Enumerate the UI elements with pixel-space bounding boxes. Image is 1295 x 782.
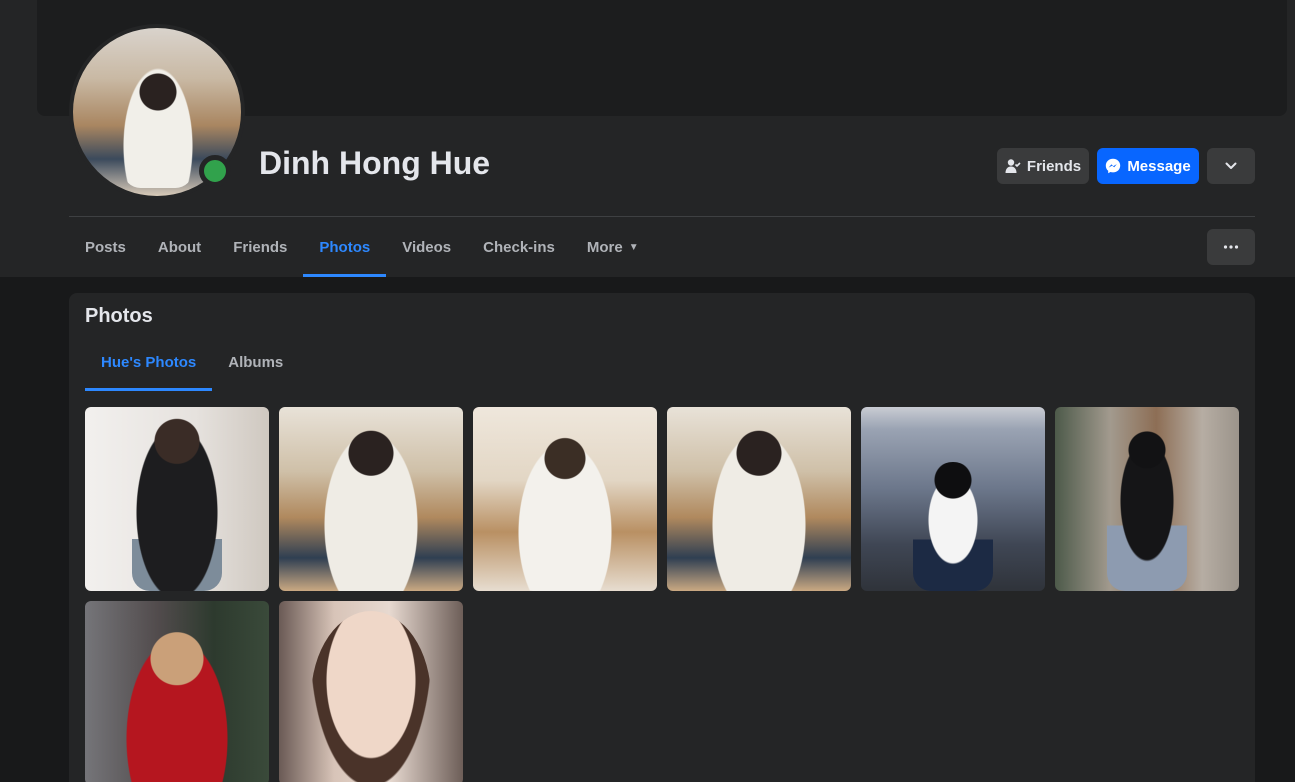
photo-subject: [321, 427, 421, 591]
tab-label: Posts: [85, 238, 126, 256]
subtab-hues-photos[interactable]: Hue's Photos: [85, 333, 213, 391]
tab-label: Check-ins: [483, 238, 555, 256]
tab-label: More: [586, 238, 623, 256]
photo-thumbnail[interactable]: [667, 407, 851, 591]
photo-thumbnail[interactable]: [85, 601, 269, 782]
photo-subject: [132, 417, 222, 591]
photo-subject: [1107, 427, 1187, 591]
friends-button-label: Friends: [1026, 157, 1082, 175]
photo-subject: [913, 462, 993, 591]
photos-card: Photos Hue's Photos Albums: [69, 293, 1255, 782]
profile-tabs: Posts About Friends Photos Videos Check-…: [69, 217, 655, 277]
photo-thumbnail[interactable]: [1055, 407, 1239, 591]
photo-thumbnail[interactable]: [279, 601, 463, 782]
tab-more[interactable]: More ▼: [571, 217, 655, 277]
photo-thumbnail[interactable]: [861, 407, 1045, 591]
tab-posts[interactable]: Posts: [69, 217, 142, 277]
caret-down-icon: ▼: [628, 241, 639, 253]
photo-thumbnail[interactable]: [85, 407, 269, 591]
photo-subject: [515, 437, 615, 591]
profile-page: Dinh Hong Hue Friends Message Posts Abou…: [0, 0, 1295, 782]
photos-title: Photos: [85, 305, 153, 327]
message-button-label: Message: [1127, 157, 1191, 175]
profile-name: Dinh Hong Hue: [259, 145, 491, 181]
subtab-label: Hue's Photos: [101, 353, 197, 371]
tab-label: Videos: [402, 238, 452, 256]
photo-subject: [709, 427, 809, 591]
photo-thumbnail[interactable]: [473, 407, 657, 591]
ellipsis-icon: [1223, 245, 1239, 249]
tab-check-ins[interactable]: Check-ins: [467, 217, 571, 277]
message-button[interactable]: Message: [1097, 148, 1199, 184]
user-check-icon: [1005, 159, 1021, 173]
subtab-albums[interactable]: Albums: [212, 333, 299, 391]
tab-label: Photos: [319, 238, 371, 256]
subtab-label: Albums: [228, 353, 284, 371]
online-status-indicator: [199, 155, 231, 187]
photo-subject: [122, 631, 232, 782]
tab-label: About: [157, 238, 202, 256]
tab-videos[interactable]: Videos: [386, 217, 467, 277]
photo-thumbnail[interactable]: [279, 407, 463, 591]
chevron-down-icon: [1225, 162, 1237, 169]
profile-dropdown-button[interactable]: [1207, 148, 1255, 184]
messenger-icon: [1106, 158, 1121, 174]
more-options-button[interactable]: [1207, 229, 1255, 265]
tab-about[interactable]: About: [142, 217, 217, 277]
tab-label: Friends: [233, 238, 288, 256]
tab-photos[interactable]: Photos: [303, 217, 387, 277]
tab-friends[interactable]: Friends: [217, 217, 303, 277]
photos-subtabs: Hue's Photos Albums: [85, 333, 299, 391]
avatar-figure: [123, 68, 193, 188]
friends-button[interactable]: Friends: [997, 148, 1089, 184]
photo-grid: [85, 407, 1239, 782]
photo-subject: [311, 611, 431, 782]
